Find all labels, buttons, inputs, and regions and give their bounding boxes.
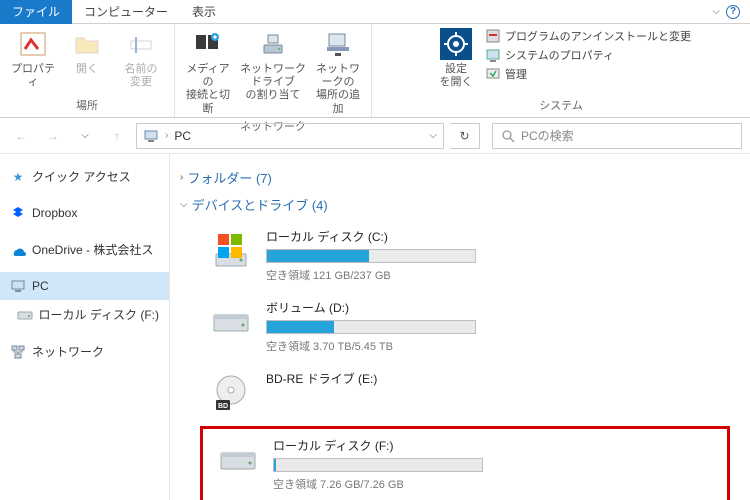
system-props-icon bbox=[485, 47, 501, 63]
ribbon-group-network: メディアの 接続と切断 ネットワーク ドライブ の割り当て ネットワークの 場所… bbox=[175, 24, 372, 117]
drive-free-space: 空き領域 121 GB/237 GB bbox=[266, 267, 476, 283]
add-network-location-button[interactable]: ネットワークの 場所の追加 bbox=[313, 28, 363, 116]
open-settings-button[interactable]: 設定 を開く bbox=[431, 28, 481, 89]
sidebar-item-dropbox[interactable]: Dropbox bbox=[0, 199, 169, 227]
dropbox-icon bbox=[10, 205, 26, 221]
group-label-location: 場所 bbox=[76, 95, 98, 115]
onedrive-icon bbox=[10, 242, 26, 258]
media-connect-button[interactable]: メディアの 接続と切断 bbox=[183, 28, 233, 116]
drive-icon bbox=[217, 439, 259, 481]
drive-item[interactable]: ローカル ディスク (C:) 空き領域 121 GB/237 GB bbox=[180, 222, 740, 293]
back-button[interactable]: ← bbox=[8, 123, 34, 149]
group-header-folders[interactable]: › フォルダー (7) bbox=[180, 168, 740, 187]
pc-icon bbox=[10, 278, 26, 294]
search-icon bbox=[501, 129, 515, 143]
navigation-bar: ← → ⌵ ↑ › PC ⌵ ↻ PCの検索 bbox=[0, 118, 750, 154]
drive-free-space: 空き領域 7.26 GB/7.26 GB bbox=[273, 476, 483, 492]
drive-icon bbox=[210, 301, 252, 343]
sidebar-item-local-f[interactable]: ローカル ディスク (F:) bbox=[0, 300, 169, 329]
open-folder-icon bbox=[71, 28, 103, 60]
help-icon[interactable]: ? bbox=[726, 5, 740, 19]
ribbon: プロパティ 開く 名前の 変更 場所 メディアの 接 bbox=[0, 24, 750, 118]
uninstall-icon bbox=[485, 28, 501, 44]
usage-bar bbox=[266, 320, 476, 334]
drive-item[interactable]: ローカル ディスク (F:) 空き領域 7.26 GB/7.26 GB bbox=[203, 431, 727, 500]
drive-item[interactable]: BD BD-RE ドライブ (E:) bbox=[180, 364, 740, 424]
drive-item[interactable]: ボリューム (D:) 空き領域 3.70 TB/5.45 TB bbox=[180, 293, 740, 364]
address-bar[interactable]: › PC ⌵ bbox=[136, 123, 444, 149]
body: ★ クイック アクセス Dropbox OneDrive - 株式会社ス PC … bbox=[0, 154, 750, 500]
rename-button: 名前の 変更 bbox=[116, 28, 166, 89]
pc-icon bbox=[143, 128, 159, 144]
drive-icon bbox=[210, 230, 252, 272]
usage-bar bbox=[273, 458, 483, 472]
drive-icon: BD bbox=[210, 372, 252, 414]
ribbon-tabs: ファイル コンピューター 表示 ⌵ ? bbox=[0, 0, 750, 24]
content-pane: › フォルダー (7) ⌵ デバイスとドライブ (4) ローカル ディスク (C… bbox=[170, 154, 750, 500]
media-icon bbox=[192, 28, 224, 60]
tab-computer[interactable]: コンピューター bbox=[72, 0, 180, 24]
breadcrumb-sep-icon: › bbox=[165, 130, 168, 141]
settings-gear-icon bbox=[440, 28, 472, 60]
properties-icon bbox=[17, 28, 49, 60]
sidebar-item-onedrive[interactable]: OneDrive - 株式会社ス bbox=[0, 235, 169, 264]
up-button[interactable]: ↑ bbox=[104, 123, 130, 149]
drive-name: ローカル ディスク (F:) bbox=[273, 437, 483, 454]
drive-icon bbox=[17, 307, 33, 323]
map-drive-button[interactable]: ネットワーク ドライブ の割り当て bbox=[237, 28, 309, 103]
breadcrumb-pc[interactable]: PC bbox=[174, 129, 191, 143]
system-properties-button[interactable]: システムのプロパティ bbox=[485, 47, 691, 63]
network-icon bbox=[10, 344, 26, 360]
expand-caret-icon: ⌵ bbox=[180, 199, 188, 210]
properties-button[interactable]: プロパティ bbox=[8, 28, 58, 89]
drive-name: ローカル ディスク (C:) bbox=[266, 228, 476, 245]
svg-text:BD: BD bbox=[218, 403, 228, 410]
usage-bar bbox=[266, 249, 476, 263]
tab-file[interactable]: ファイル bbox=[0, 0, 72, 24]
drive-free-space: 空き領域 3.70 TB/5.45 TB bbox=[266, 338, 476, 354]
sidebar-item-pc[interactable]: PC bbox=[0, 272, 169, 300]
uninstall-programs-button[interactable]: プログラムのアンインストールと変更 bbox=[485, 28, 691, 44]
drive-name: BD-RE ドライブ (E:) bbox=[266, 370, 377, 387]
manage-button[interactable]: 管理 bbox=[485, 66, 691, 82]
refresh-button[interactable]: ↻ bbox=[450, 123, 480, 149]
network-location-icon bbox=[322, 28, 354, 60]
star-icon: ★ bbox=[10, 169, 26, 185]
search-box[interactable]: PCの検索 bbox=[492, 123, 742, 149]
group-header-devices[interactable]: ⌵ デバイスとドライブ (4) bbox=[180, 195, 740, 214]
navigation-pane: ★ クイック アクセス Dropbox OneDrive - 株式会社ス PC … bbox=[0, 154, 170, 500]
sidebar-item-network[interactable]: ネットワーク bbox=[0, 337, 169, 366]
address-dropdown-icon[interactable]: ⌵ bbox=[429, 130, 437, 141]
rename-icon bbox=[125, 28, 157, 60]
ribbon-group-location: プロパティ 開く 名前の 変更 場所 bbox=[0, 24, 175, 117]
drive-name: ボリューム (D:) bbox=[266, 299, 476, 316]
ribbon-collapse-icon[interactable]: ⌵ bbox=[712, 6, 720, 17]
group-label-system: システム bbox=[539, 95, 583, 115]
collapse-caret-icon: › bbox=[180, 172, 183, 183]
forward-button[interactable]: → bbox=[40, 123, 66, 149]
ribbon-group-system: 設定 を開く プログラムのアンインストールと変更 システムのプロパティ 管理 シ… bbox=[372, 24, 750, 117]
manage-icon bbox=[485, 66, 501, 82]
map-drive-icon bbox=[257, 28, 289, 60]
tab-view[interactable]: 表示 bbox=[180, 0, 228, 24]
search-placeholder: PCの検索 bbox=[521, 127, 574, 144]
recent-locations-button[interactable]: ⌵ bbox=[72, 123, 98, 149]
sidebar-item-quick-access[interactable]: ★ クイック アクセス bbox=[0, 162, 169, 191]
open-button: 開く bbox=[62, 28, 112, 76]
